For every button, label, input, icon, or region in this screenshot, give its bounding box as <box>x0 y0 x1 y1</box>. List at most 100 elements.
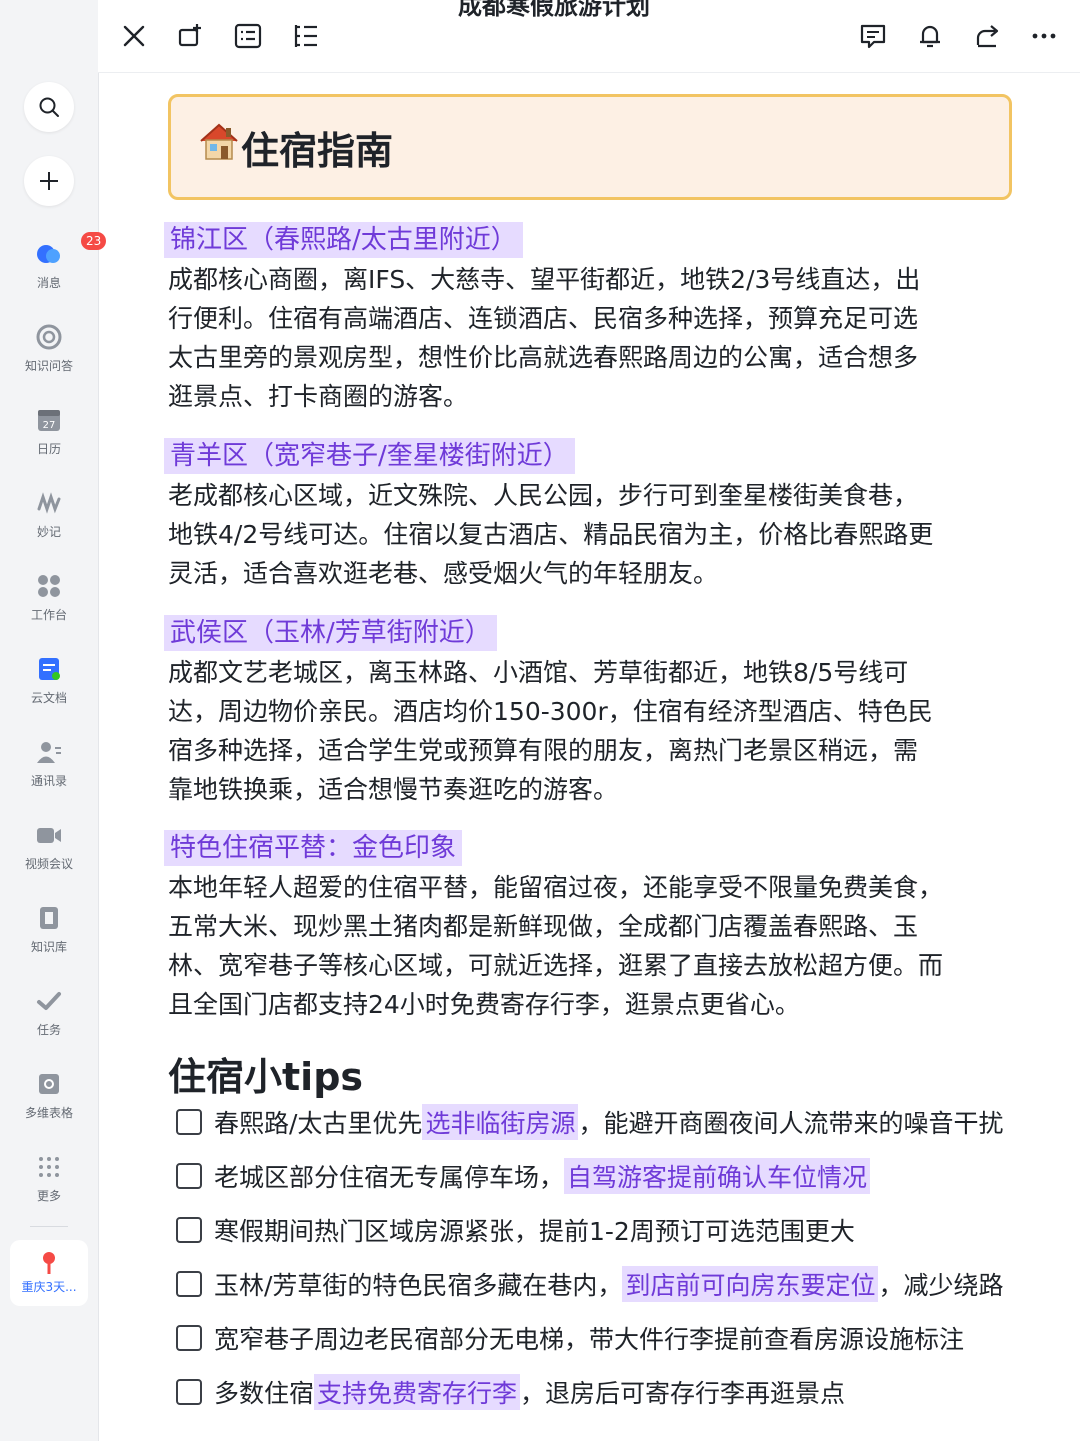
tip-text: ，能避开商圈夜间人流带来的噪音干扰 <box>578 1109 1004 1138</box>
paragraph-line: 太古里旁的景观房型，想性价比高就选春熙路周边的公寓，适合想多 <box>168 343 919 372</box>
paragraph-line: 灵活，适合喜欢逛老巷、感受烟火气的年轻朋友。 <box>168 559 719 588</box>
chat-bubble-icon: 23 <box>35 232 107 268</box>
audio-wave-icon <box>35 489 63 517</box>
section-heading-jinjiang[interactable]: 锦江区（春熙路/太古里附近） <box>164 222 523 258</box>
sidebar-item-tasks[interactable]: 任务 <box>0 987 98 1038</box>
left-sidebar: 23 消息 知识问答 27 日历 妙记 工作台 云文档 通讯录 视频会议 知识库… <box>0 0 107 1441</box>
section-heading-special-stay[interactable]: 特色住宿平替：金色印象 <box>164 830 463 866</box>
comment-button[interactable] <box>853 16 893 56</box>
section-heading-wuhou[interactable]: 武侯区（玉林/芳草街附近） <box>164 615 497 651</box>
share-button[interactable] <box>967 16 1007 56</box>
recent-doc-label: 重庆3天... <box>21 1280 77 1294</box>
sidebar-divider <box>30 1226 68 1227</box>
sidebar-item-knowledge-qa[interactable]: 知识问答 <box>0 323 98 374</box>
tip-text: 寒假期间热门区域房源紧张，提前1-2周预订可选范围更大 <box>214 1217 855 1246</box>
sidebar-item-label: 工作台 <box>30 608 67 622</box>
more-options-button[interactable] <box>1024 16 1064 56</box>
sidebar-item-label: 知识库 <box>30 940 67 954</box>
checkbox[interactable] <box>176 1325 202 1351</box>
sidebar-item-wiki[interactable]: 知识库 <box>0 904 98 955</box>
sidebar-item-messages[interactable]: 23 消息 <box>0 232 107 291</box>
window-plus-icon <box>178 24 201 47</box>
sidebar-item-workplace[interactable]: 工作台 <box>0 572 98 623</box>
section-paragraph-qingyang[interactable]: 老成都核心区域，近文殊院、人民公园，步行可到奎星楼街美食巷， 地铁4/2号线可达… <box>168 476 1028 593</box>
checkbox[interactable] <box>176 1271 202 1297</box>
tip-highlight: 选非临街房源 <box>422 1104 579 1140</box>
share-icon <box>976 25 999 48</box>
sidebar-item-label: 更多 <box>36 1189 61 1203</box>
callout-title: 住宿指南 <box>241 128 394 173</box>
callout-block[interactable]: 住宿指南 <box>168 94 1012 200</box>
sidebar-item-more[interactable]: 更多 <box>0 1153 98 1204</box>
checkmark-icon <box>35 987 63 1015</box>
section-paragraph-jinjiang[interactable]: 成都核心商圈，离IFS、大慈寺、望平街都近，地铁2/3号线直达，出 行便利。住宿… <box>168 260 1028 416</box>
outline-button[interactable] <box>285 16 325 56</box>
section-paragraph-special-stay[interactable]: 本地年轻人超爱的住宿平替，能留宿过夜，还能享受不限量免费美食， 五常大米、现炒黑… <box>168 868 1028 1024</box>
tip-text: ，退房后可寄存行李再逛景点 <box>520 1379 846 1408</box>
tip-text: 老城区部分住宿无专属停车场， <box>214 1163 565 1192</box>
checkbox[interactable] <box>176 1163 202 1189</box>
recent-doc-chongqing[interactable]: 重庆3天... <box>10 1240 88 1306</box>
paragraph-line: 地铁4/2号线可达。住宿以复古酒店、精品民宿为主，价格比春熙路更 <box>168 520 934 549</box>
tip-item[interactable]: 多数住宿 支持免费寄存行李 ，退房后可寄存行李再逛景点 <box>176 1372 1076 1412</box>
sidebar-item-docs[interactable]: 云文档 <box>0 655 98 706</box>
comment-icon <box>860 24 886 49</box>
tip-item[interactable]: 老城区部分住宿无专属停车场， 自驾游客提前确认车位情况 <box>176 1156 1076 1196</box>
add-button[interactable] <box>24 156 74 206</box>
notification-button[interactable] <box>910 16 950 56</box>
tip-highlight: 自驾游客提前确认车位情况 <box>564 1158 871 1194</box>
tip-item[interactable]: 玉林/芳草街的特色民宿多藏在巷内， 到店前可向房东要定位 ，减少绕路 <box>176 1264 1076 1304</box>
section-heading-qingyang[interactable]: 青羊区（宽窄巷子/奎星楼街附近） <box>164 438 575 474</box>
sidebar-item-label: 视频会议 <box>24 857 73 871</box>
section-paragraph-wuhou[interactable]: 成都文艺老城区，离玉林路、小酒馆、芳草街都近，地铁8/5号线可 达，周边物价亲民… <box>168 653 1028 809</box>
paragraph-line: 靠地铁换乘，适合想慢节奏逛吃的游客。 <box>168 775 619 804</box>
more-dots-icon <box>1032 33 1056 39</box>
paragraph-line: 逛景点、打卡商圈的游客。 <box>168 382 469 411</box>
sidebar-item-label: 多维表格 <box>24 1106 73 1120</box>
sidebar-item-calendar[interactable]: 27 日历 <box>0 406 98 457</box>
sidebar-item-video-meeting[interactable]: 视频会议 <box>0 821 98 872</box>
calendar-icon: 27 <box>35 406 63 434</box>
plus-icon <box>40 172 58 190</box>
tip-highlight: 到店前可向房东要定位 <box>622 1266 879 1302</box>
checkbox[interactable] <box>176 1217 202 1243</box>
swirl-icon <box>35 323 63 351</box>
svg-text:27: 27 <box>43 420 56 431</box>
paragraph-line: 本地年轻人超爱的住宿平替，能留宿过夜，还能享受不限量免费美食， <box>168 873 944 902</box>
paragraph-line: 成都文艺老城区，离玉林路、小酒馆、芳草街都近，地铁8/5号线可 <box>168 658 909 687</box>
sidebar-item-minutes[interactable]: 妙记 <box>0 489 98 540</box>
checkbox[interactable] <box>176 1379 202 1405</box>
checkbox[interactable] <box>176 1109 202 1135</box>
search-button[interactable] <box>24 82 74 132</box>
tips-heading[interactable]: 住宿小tips <box>168 1046 363 1101</box>
paragraph-line: 达，周边物价亲民。酒店均价150-300r，住宿有经济型酒店、特色民 <box>168 697 933 726</box>
tip-text: 春熙路/太古里优先 <box>214 1109 423 1138</box>
sidebar-item-label: 知识问答 <box>24 359 73 373</box>
tip-text: 多数住宿 <box>214 1379 315 1408</box>
close-button[interactable] <box>114 16 154 56</box>
map-pin-icon <box>35 1248 63 1276</box>
book-icon <box>35 904 63 932</box>
tip-item[interactable]: 宽窄巷子周边老民宿部分无电梯，带大件行李提前查看房源设施标注 <box>176 1318 1076 1358</box>
new-window-button[interactable] <box>171 16 211 56</box>
sidebar-item-label: 云文档 <box>30 691 67 705</box>
sidebar-item-contacts[interactable]: 通讯录 <box>0 738 98 789</box>
tip-text: ，减少绕路 <box>878 1271 1004 1300</box>
paragraph-line: 老成都核心区域，近文殊院、人民公园，步行可到奎星楼街美食巷， <box>168 481 919 510</box>
dots-grid-icon <box>35 1153 63 1181</box>
tip-highlight: 支持免费寄存行李 <box>314 1374 521 1410</box>
table-icon <box>35 1070 63 1098</box>
tip-item[interactable]: 寒假期间热门区域房源紧张，提前1-2周预订可选范围更大 <box>176 1210 1076 1250</box>
sidebar-item-base[interactable]: 多维表格 <box>0 1070 98 1121</box>
paragraph-line: 林、宽窄巷子等核心区域，可就近选择，逛累了直接去放松超方便。而 <box>168 951 944 980</box>
paragraph-line: 行便利。住宿有高端酒店、连锁酒店、民宿多种选择，预算充足可选 <box>168 304 919 333</box>
outline-tree-icon <box>294 25 317 47</box>
paragraph-line: 成都核心商圈，离IFS、大慈寺、望平街都近，地铁2/3号线直达，出 <box>168 265 921 294</box>
top-toolbar: 成都寒假旅游计划 <box>98 0 1080 73</box>
tip-item[interactable]: 春熙路/太古里优先 选非临街房源 ，能避开商圈夜间人流带来的噪音干扰 <box>176 1102 1076 1142</box>
video-camera-icon <box>35 821 63 849</box>
checklist-button[interactable] <box>228 16 268 56</box>
contact-icon <box>35 738 63 766</box>
house-icon <box>200 123 238 160</box>
sidebar-item-label: 任务 <box>36 1023 61 1037</box>
